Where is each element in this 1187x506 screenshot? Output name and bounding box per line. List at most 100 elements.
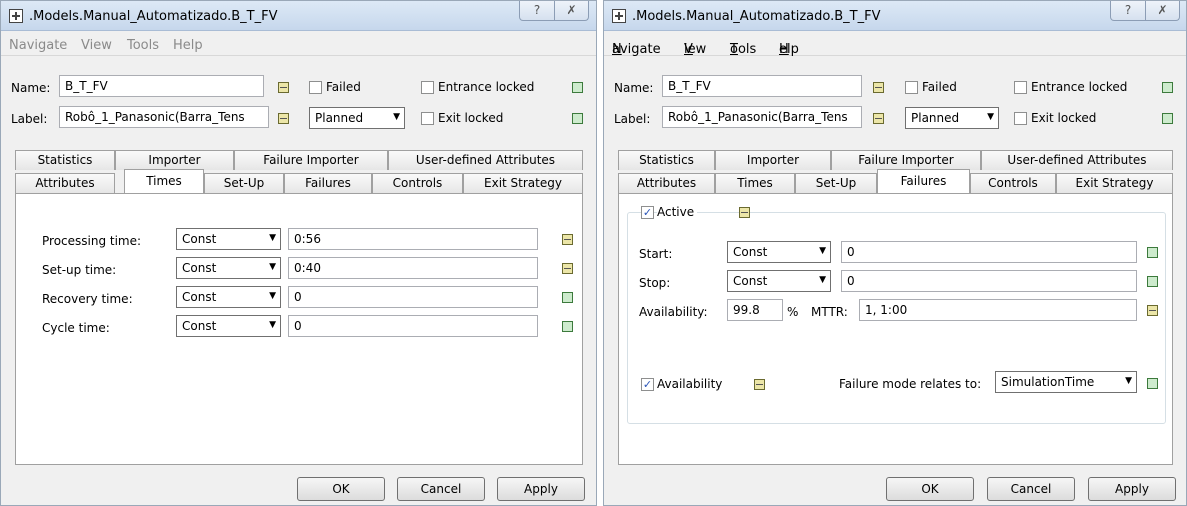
exit-locked-checkbox[interactable] xyxy=(1014,112,1027,125)
help-icon[interactable]: ? xyxy=(1111,1,1145,20)
tab-failure-importer[interactable]: Failure Importer xyxy=(234,150,388,170)
menu-view[interactable]: View xyxy=(81,38,112,53)
chevron-down-icon: ▼ xyxy=(819,275,826,285)
planned-select[interactable]: Planned ▼ xyxy=(309,107,405,129)
menu-tools[interactable]: Tools xyxy=(127,38,159,53)
tab-exit-strategy[interactable]: Exit Strategy xyxy=(463,173,583,193)
failed-checkbox[interactable] xyxy=(905,81,918,94)
cycle-time-mode-select[interactable]: Const ▼ xyxy=(176,315,281,337)
title-bar[interactable]: .Models.Manual_Automatizado.B_T_FV ? ✗ xyxy=(604,1,1186,31)
mttr-input[interactable]: 1, 1:00 xyxy=(859,299,1137,321)
failed-label: Failed xyxy=(326,80,361,94)
tab-row-1: Statistics Importer Failure Importer Use… xyxy=(15,150,583,170)
setup-time-mode-select[interactable]: Const ▼ xyxy=(176,257,281,279)
tab-importer[interactable]: Importer xyxy=(715,150,831,170)
chevron-down-icon: ▼ xyxy=(269,233,276,243)
availability-inherit-icon[interactable] xyxy=(754,379,765,390)
tab-times[interactable]: Times xyxy=(715,173,795,193)
tab-set-up[interactable]: Set-Up xyxy=(795,173,877,193)
tab-exit-strategy[interactable]: Exit Strategy xyxy=(1056,173,1173,193)
menu-view-rest: iew xyxy=(684,42,707,57)
title-bar[interactable]: .Models.Manual_Automatizado.B_T_FV ? ✗ xyxy=(1,1,596,31)
apply-button[interactable]: Apply xyxy=(1088,477,1176,501)
processing-time-inherit-icon[interactable] xyxy=(562,234,573,245)
recovery-time-mode-select[interactable]: Const ▼ xyxy=(176,286,281,308)
label-inherit-icon[interactable] xyxy=(278,113,289,124)
processing-time-mode-select[interactable]: Const ▼ xyxy=(176,228,281,250)
tab-user-defined-attributes[interactable]: User-defined Attributes xyxy=(981,150,1173,170)
availability-input[interactable]: 99.8 xyxy=(727,299,783,321)
cancel-button[interactable]: Cancel xyxy=(987,477,1075,501)
name-input[interactable]: B_T_FV xyxy=(662,75,862,97)
menu-help-rest: elp xyxy=(779,42,799,57)
menu-navigate[interactable]: Navigate xyxy=(9,38,67,53)
stop-label: Stop: xyxy=(639,276,671,290)
exit-inherit-icon[interactable] xyxy=(1162,113,1173,124)
setup-time-input[interactable]: 0:40 xyxy=(288,257,538,279)
processing-time-input[interactable]: 0:56 xyxy=(288,228,538,250)
tab-attributes[interactable]: Attributes xyxy=(15,173,115,193)
relates-select[interactable]: SimulationTime ▼ xyxy=(995,371,1137,393)
relates-inherit-icon[interactable] xyxy=(1147,378,1158,389)
tab-attributes[interactable]: Attributes xyxy=(618,173,715,193)
stop-input[interactable]: 0 xyxy=(841,270,1137,292)
entrance-locked-checkbox[interactable] xyxy=(1014,81,1027,94)
cycle-time-mode: Const xyxy=(182,319,217,333)
tab-set-up[interactable]: Set-Up xyxy=(204,173,284,193)
setup-time-label: Set-up time: xyxy=(42,263,117,277)
tab-times[interactable]: Times xyxy=(124,169,204,193)
help-icon[interactable]: ? xyxy=(520,1,554,20)
tab-statistics[interactable]: Statistics xyxy=(15,150,115,170)
tab-controls[interactable]: Controls xyxy=(970,173,1056,193)
active-checkbox[interactable]: ✓ xyxy=(641,206,654,219)
ok-button[interactable]: OK xyxy=(886,477,974,501)
stop-inherit-icon[interactable] xyxy=(1147,276,1158,287)
name-inherit-icon[interactable] xyxy=(873,82,884,93)
entrance-inherit-icon[interactable] xyxy=(572,82,583,93)
availability-label: Availability: xyxy=(639,305,708,319)
start-input[interactable]: 0 xyxy=(841,241,1137,263)
exit-locked-checkbox[interactable] xyxy=(421,112,434,125)
entrance-locked-checkbox[interactable] xyxy=(421,81,434,94)
recovery-time-input[interactable]: 0 xyxy=(288,286,538,308)
tab-user-defined-attributes[interactable]: User-defined Attributes xyxy=(388,150,583,170)
label-input[interactable]: Robô_1_Panasonic(Barra_Tens xyxy=(59,106,269,128)
entrance-inherit-icon[interactable] xyxy=(1162,82,1173,93)
tab-failure-importer[interactable]: Failure Importer xyxy=(831,150,981,170)
cancel-button[interactable]: Cancel xyxy=(397,477,485,501)
close-icon[interactable]: ✗ xyxy=(554,1,588,20)
chevron-down-icon: ▼ xyxy=(819,246,826,256)
cycle-time-inherit-icon[interactable] xyxy=(562,321,573,332)
chevron-down-icon: ▼ xyxy=(269,262,276,272)
active-inherit-icon[interactable] xyxy=(739,207,750,218)
label-label: Label: xyxy=(11,112,48,126)
mttr-inherit-icon[interactable] xyxy=(1147,305,1158,316)
name-input[interactable]: B_T_FV xyxy=(59,75,264,97)
tab-importer[interactable]: Importer xyxy=(115,150,234,170)
tab-statistics[interactable]: Statistics xyxy=(618,150,715,170)
availability-checkbox[interactable]: ✓ xyxy=(641,378,654,391)
tab-controls[interactable]: Controls xyxy=(372,173,463,193)
dialog-failures: .Models.Manual_Automatizado.B_T_FV ? ✗ N… xyxy=(603,0,1187,506)
name-inherit-icon[interactable] xyxy=(278,82,289,93)
app-icon xyxy=(612,9,626,23)
exit-inherit-icon[interactable] xyxy=(572,113,583,124)
ok-button[interactable]: OK xyxy=(297,477,385,501)
cycle-time-input[interactable]: 0 xyxy=(288,315,538,337)
stop-mode-select[interactable]: Const ▼ xyxy=(727,270,831,292)
tab-failures[interactable]: Failures xyxy=(284,173,372,193)
label-inherit-icon[interactable] xyxy=(873,113,884,124)
planned-select[interactable]: Planned ▼ xyxy=(905,107,999,129)
close-icon[interactable]: ✗ xyxy=(1145,1,1179,20)
label-input[interactable]: Robô_1_Panasonic(Barra_Tens xyxy=(662,106,862,128)
start-mode-select[interactable]: Const ▼ xyxy=(727,241,831,263)
tab-failures[interactable]: Failures xyxy=(877,169,970,193)
chevron-down-icon: ▼ xyxy=(1125,376,1132,386)
active-label: Active xyxy=(657,205,698,219)
menu-help[interactable]: Help xyxy=(173,38,203,53)
recovery-time-inherit-icon[interactable] xyxy=(562,292,573,303)
start-inherit-icon[interactable] xyxy=(1147,247,1158,258)
failed-checkbox[interactable] xyxy=(309,81,322,94)
setup-time-inherit-icon[interactable] xyxy=(562,263,573,274)
apply-button[interactable]: Apply xyxy=(497,477,585,501)
